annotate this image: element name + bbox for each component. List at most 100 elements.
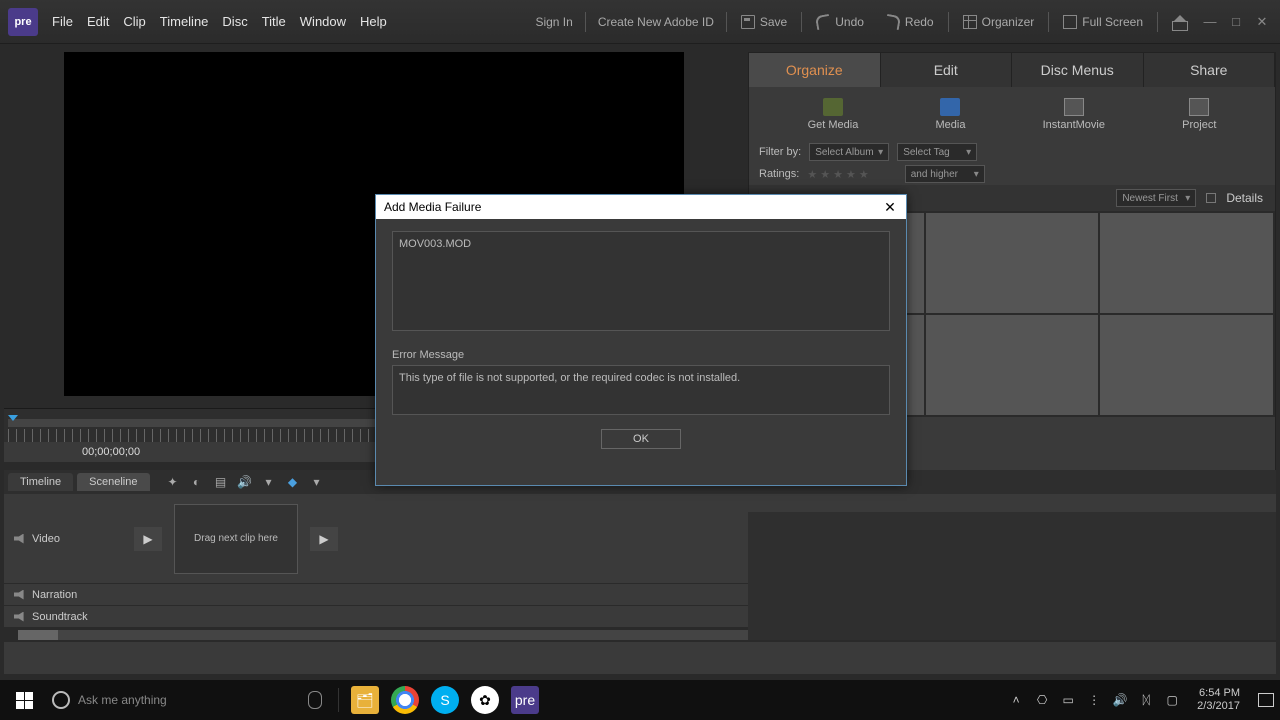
maximize-button[interactable]: □ xyxy=(1229,15,1243,29)
file-explorer-icon[interactable]: 🗂 xyxy=(351,686,379,714)
menu-title[interactable]: Title xyxy=(262,14,286,29)
clock-date: 2/3/2017 xyxy=(1197,700,1240,713)
media-thumbnail[interactable] xyxy=(1100,315,1273,415)
speaker-icon[interactable] xyxy=(14,590,26,600)
save-icon xyxy=(741,15,755,29)
minimize-button[interactable]: — xyxy=(1203,15,1217,29)
speaker-icon[interactable] xyxy=(14,534,26,544)
instantmovie-button[interactable]: InstantMovie xyxy=(1043,98,1105,131)
organizer-button[interactable]: Organizer xyxy=(955,15,1043,29)
project-button[interactable]: Project xyxy=(1182,98,1216,131)
premiere-elements-icon[interactable]: pre xyxy=(511,686,539,714)
skype-icon[interactable]: S xyxy=(431,686,459,714)
close-button[interactable]: ✕ xyxy=(1255,15,1269,29)
menu-file[interactable]: File xyxy=(52,14,73,29)
media-thumbnail[interactable] xyxy=(926,213,1099,313)
ratings-row: Ratings: ★ ★ ★ ★ ★ and higher xyxy=(749,163,1275,185)
chevron-down-icon[interactable]: ▾ xyxy=(310,475,324,489)
cortana-search[interactable]: Ask me anything xyxy=(42,684,332,716)
and-higher-dropdown[interactable]: and higher xyxy=(905,165,985,183)
menu-window[interactable]: Window xyxy=(300,14,346,29)
error-message-text: This type of file is not supported, or t… xyxy=(399,372,740,384)
tab-organize[interactable]: Organize xyxy=(749,53,881,87)
sort-dropdown[interactable]: Newest First xyxy=(1116,189,1196,207)
menu-edit[interactable]: Edit xyxy=(87,14,109,29)
taskbar-apps: 🗂 S ✿ pre xyxy=(351,686,539,714)
tray-chevron-icon[interactable]: ˄ xyxy=(1009,693,1023,707)
and-higher-value: and higher xyxy=(911,169,958,180)
media-icon xyxy=(940,98,960,116)
redo-button[interactable]: Redo xyxy=(878,15,942,29)
microphone-icon[interactable] xyxy=(308,691,322,709)
lower-right-area xyxy=(748,512,1276,640)
dialog-titlebar[interactable]: Add Media Failure ✕ xyxy=(376,195,906,219)
volume-icon[interactable]: 🔊 xyxy=(1113,693,1127,707)
clock-time: 6:54 PM xyxy=(1197,687,1240,700)
video-label: Video xyxy=(32,533,60,545)
timecode: 00;00;00;00 xyxy=(82,446,140,458)
save-button[interactable]: Save xyxy=(733,15,795,29)
soundtrack-track-label: Soundtrack xyxy=(4,611,124,623)
speaker-icon[interactable] xyxy=(14,612,26,622)
wifi-icon[interactable]: ⋮ xyxy=(1087,693,1101,707)
star-icon[interactable]: ★ xyxy=(807,168,817,181)
divider xyxy=(585,12,586,32)
ok-button[interactable]: OK xyxy=(601,429,681,449)
undo-icon xyxy=(815,13,831,29)
select-album-dropdown[interactable]: Select Album xyxy=(809,143,889,161)
menu-disc[interactable]: Disc xyxy=(222,14,247,29)
input-language-icon[interactable]: ▢ xyxy=(1165,693,1179,707)
star-icon[interactable]: ★ xyxy=(846,168,856,181)
chrome-icon[interactable] xyxy=(391,686,419,714)
motion-tracking-icon[interactable]: ◐ xyxy=(190,475,204,489)
rating-stars[interactable]: ★ ★ ★ ★ ★ xyxy=(807,168,868,181)
media-thumbnail[interactable] xyxy=(926,315,1099,415)
menu-clip[interactable]: Clip xyxy=(123,14,145,29)
drop-target[interactable]: Drag next clip here xyxy=(174,504,298,574)
menu-help[interactable]: Help xyxy=(360,14,387,29)
signin-link[interactable]: Sign In xyxy=(529,15,578,29)
undo-button[interactable]: Undo xyxy=(808,15,872,29)
select-tag-dropdown[interactable]: Select Tag xyxy=(897,143,977,161)
timeline-tools: ✦ ◐ ▤ 🔊 ▾ ◆ ▾ xyxy=(166,475,324,489)
star-icon[interactable]: ★ xyxy=(833,168,843,181)
audio-icon[interactable]: 🔊 xyxy=(238,475,252,489)
dialog-close-button[interactable]: ✕ xyxy=(882,199,898,215)
menu-timeline[interactable]: Timeline xyxy=(160,14,209,29)
app-icon[interactable]: ✿ xyxy=(471,686,499,714)
smart-trim-icon[interactable]: ✦ xyxy=(166,475,180,489)
details-checkbox[interactable] xyxy=(1206,193,1216,203)
star-icon[interactable]: ★ xyxy=(820,168,830,181)
properties-icon[interactable]: ▤ xyxy=(214,475,228,489)
windows-icon xyxy=(16,692,33,709)
prev-scene-button[interactable]: ▶ xyxy=(134,527,162,551)
tab-sceneline[interactable]: Sceneline xyxy=(77,473,149,491)
tab-disc-menus[interactable]: Disc Menus xyxy=(1012,53,1144,87)
create-adobe-id-link[interactable]: Create New Adobe ID xyxy=(592,15,720,29)
soundtrack-label: Soundtrack xyxy=(32,611,88,623)
action-center-icon[interactable] xyxy=(1258,693,1274,707)
home-button[interactable] xyxy=(1164,15,1194,29)
redo-label: Redo xyxy=(905,15,934,29)
tab-edit[interactable]: Edit xyxy=(881,53,1013,87)
tray-app-icon[interactable]: ᛞ xyxy=(1139,693,1153,707)
cortana-icon xyxy=(52,691,70,709)
media-button[interactable]: Media xyxy=(935,98,965,131)
start-button[interactable] xyxy=(6,682,42,718)
get-media-button[interactable]: Get Media xyxy=(808,98,859,131)
organizer-icon xyxy=(963,15,977,29)
tab-share[interactable]: Share xyxy=(1144,53,1276,87)
taskbar-clock[interactable]: 6:54 PM 2/3/2017 xyxy=(1191,687,1246,713)
tab-timeline[interactable]: Timeline xyxy=(8,473,73,491)
star-icon[interactable]: ★ xyxy=(859,168,869,181)
scrollbar-thumb[interactable] xyxy=(18,630,58,640)
failed-files-list[interactable]: MOV003.MOD xyxy=(392,231,890,331)
fullscreen-button[interactable]: Full Screen xyxy=(1055,15,1151,29)
divider xyxy=(801,12,802,32)
marker-icon[interactable]: ◆ xyxy=(286,475,300,489)
next-scene-button[interactable]: ▶ xyxy=(310,527,338,551)
media-thumbnail[interactable] xyxy=(1100,213,1273,313)
tray-app-icon[interactable]: ⎔ xyxy=(1035,693,1049,707)
chevron-down-icon[interactable]: ▾ xyxy=(262,475,276,489)
battery-icon[interactable]: ▭ xyxy=(1061,693,1075,707)
